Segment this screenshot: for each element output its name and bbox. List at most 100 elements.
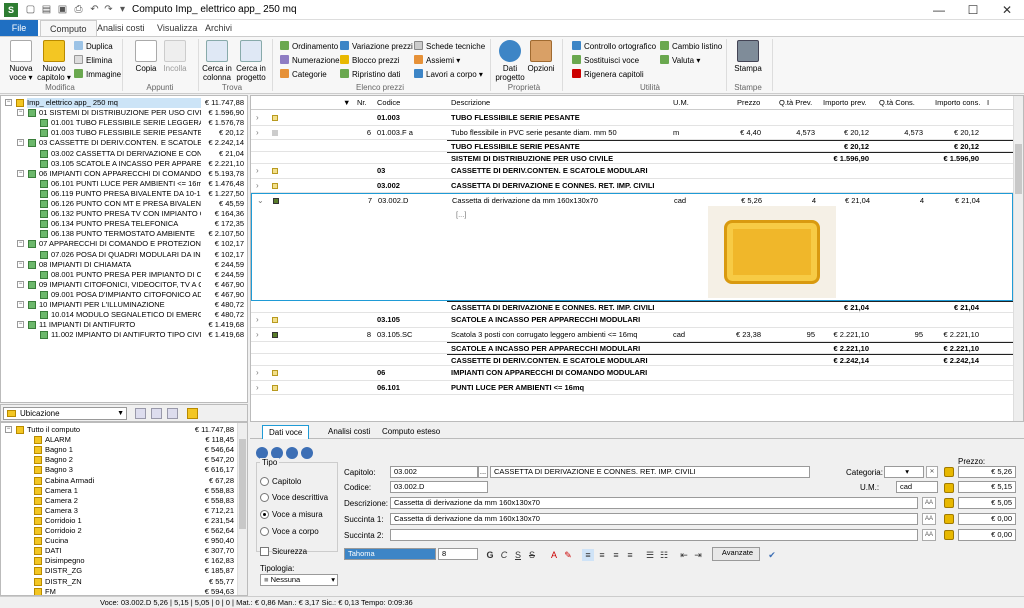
tree-item[interactable]: 10.014 MODULO SEGNALETICO DI EMERGENZA € …: [1, 310, 247, 320]
ubicazione-tree[interactable]: − Tutto il computo € 11.747,88 ALARM € 118,4…: [0, 422, 248, 596]
tree-tool-icon[interactable]: [151, 408, 162, 419]
sostituisci-voce-button[interactable]: Sostituisci voce: [572, 55, 639, 66]
chevron-right-icon[interactable]: ›: [256, 166, 259, 175]
scrollbar[interactable]: [237, 423, 247, 595]
tree-item[interactable]: − 08 IMPIANTI DI CHIAMATA € 244,59: [1, 260, 247, 270]
categoria-select[interactable]: ▾: [884, 466, 924, 478]
chevron-right-icon[interactable]: ›: [256, 128, 259, 137]
text-case-button[interactable]: AA: [922, 513, 936, 525]
ubicazione-item[interactable]: Bagno 3 € 616,17: [1, 465, 237, 475]
tree-item[interactable]: − 11 IMPIANTI DI ANTIFURTO € 1.419,68: [1, 320, 247, 330]
incolla-button[interactable]: Incolla: [160, 40, 190, 73]
chevron-right-icon[interactable]: ›: [256, 330, 259, 339]
collapse-icon[interactable]: −: [17, 260, 24, 268]
bold-icon[interactable]: G: [484, 549, 496, 561]
ubicazione-item[interactable]: Disimpegno € 162,83: [1, 556, 237, 566]
radio-voce-misura[interactable]: [260, 510, 269, 519]
stampa-button[interactable]: Stampa: [734, 40, 762, 73]
spellcheck-icon[interactable]: ✔: [766, 549, 778, 561]
scrollbar-thumb[interactable]: [239, 439, 246, 529]
print-icon[interactable]: ⎙: [72, 3, 85, 16]
elimina-button[interactable]: Elimina: [74, 55, 112, 66]
grid-chapter-row[interactable]: › 03.002 CASSETTA DI DERIVAZIONE E CONNES.…: [251, 179, 1013, 193]
tree-item[interactable]: − 06 IMPIANTI CON APPARECCHI DI COMANDO M…: [1, 169, 247, 179]
col-um[interactable]: U.M.: [673, 98, 689, 107]
grid-item-row[interactable]: › 8 03.105.SC Scatola 3 posti con corrugato…: [251, 328, 1013, 342]
capitolo-browse-button[interactable]: ...: [478, 466, 488, 478]
ubicazione-item[interactable]: DISTR_ZN € 55,77: [1, 577, 237, 587]
lock-icon[interactable]: [944, 498, 954, 508]
col-importo-prev[interactable]: Importo prev.: [823, 98, 867, 107]
tree-item[interactable]: 03.002 CASSETTA DI DERIVAZIONE E CONNES.…: [1, 149, 247, 159]
redo-icon[interactable]: ↷: [102, 3, 115, 16]
chapter-tree[interactable]: − Imp_ elettrico app_ 250 mq € 11.747,88−0…: [0, 95, 248, 403]
collapse-icon[interactable]: −: [17, 321, 24, 329]
prezzo-field-4[interactable]: € 0,00: [958, 513, 1016, 525]
grid-chapter-row[interactable]: › 06.101 PUNTI LUCE PER AMBIENTI <= 16mq: [251, 381, 1013, 395]
radio-voce-corpo[interactable]: [260, 527, 269, 536]
grid-chapter-row[interactable]: › 01.003 TUBO FLESSIBILE SERIE PESANTE: [251, 111, 1013, 126]
chevron-right-icon[interactable]: ›: [256, 368, 259, 377]
maximize-button[interactable]: ☐: [956, 0, 990, 20]
grid-total-row[interactable]: SISTEMI DI DISTRIBUZIONE PER USO CIVILE €…: [251, 152, 1013, 164]
tab-analisi-costi-detail[interactable]: Analisi costi: [322, 425, 376, 439]
tree-item[interactable]: 01.003 TUBO FLESSIBILE SERIE PESANTE € 20…: [1, 128, 247, 138]
grid-total-row[interactable]: SCATOLE A INCASSO PER APPARECCHI MODULAR…: [251, 342, 1013, 354]
controllo-ortografico-button[interactable]: Controllo ortografico: [572, 41, 656, 52]
scrollbar[interactable]: [1013, 96, 1023, 421]
ubicazione-item[interactable]: ALARM € 118,45: [1, 435, 237, 445]
ubicazione-item[interactable]: DATI € 307,70: [1, 546, 237, 556]
col-prezzo[interactable]: Prezzo: [737, 98, 760, 107]
lock-icon[interactable]: [944, 483, 954, 493]
collapse-icon[interactable]: −: [5, 426, 12, 433]
tree-item[interactable]: 09.001 POSA D'IMPIANTO CITOFONICO AD 1 .…: [1, 290, 247, 300]
align-right-icon[interactable]: ≡: [610, 549, 622, 561]
ripristino-dati-button[interactable]: Ripristino dati: [340, 69, 400, 80]
tree-item[interactable]: 06.126 PUNTO CON MT E PRESA BIVALENTE D.…: [1, 199, 247, 209]
customize-qat-icon[interactable]: ▾: [116, 3, 129, 16]
cerca-colonna-button[interactable]: Cerca in colonna: [202, 40, 232, 82]
grid-item-row[interactable]: › 6 01.003.F a Tubo flessibile in PVC serie…: [251, 126, 1013, 140]
tree-item[interactable]: 07.026 POSA DI QUADRI MODULARI DA INCA..…: [1, 250, 247, 260]
lock-icon[interactable]: [944, 514, 954, 524]
outdent-icon[interactable]: ⇤: [678, 549, 690, 561]
tree-item[interactable]: 03.105 SCATOLE A INCASSO PER APPARECCH..…: [1, 159, 247, 169]
variazione-prezzi-button[interactable]: Variazione prezzi: [340, 41, 413, 52]
succinta2-field[interactable]: [390, 529, 918, 541]
lock-icon[interactable]: [944, 467, 954, 477]
indent-icon[interactable]: ⇥: [692, 549, 704, 561]
opzioni-button[interactable]: Opzioni: [526, 40, 556, 73]
numerazione-button[interactable]: Numerazione: [280, 55, 340, 66]
dati-progetto-button[interactable]: Dati progetto: [494, 40, 526, 82]
grid-total-row[interactable]: CASSETTE DI DERIV.CONTEN. E SCATOLE MODU…: [251, 354, 1013, 366]
tree-tool-icon[interactable]: [167, 408, 178, 419]
undo-icon[interactable]: ↶: [88, 3, 101, 16]
grid-total-row[interactable]: CASSETTA DI DERIVAZIONE E CONNES. RET. I…: [251, 301, 1013, 313]
chevron-right-icon[interactable]: ›: [256, 181, 259, 190]
collapse-icon[interactable]: −: [17, 169, 24, 177]
strikethrough-icon[interactable]: S: [526, 549, 538, 561]
tree-item[interactable]: 08.001 PUNTO PRESA PER IMPIANTO DI CHIA.…: [1, 270, 247, 280]
collapse-icon[interactable]: −: [17, 280, 24, 288]
col-importo-cons[interactable]: Importo cons.: [935, 98, 980, 107]
ubicazione-item[interactable]: Corridoio 1 € 231,54: [1, 516, 237, 526]
collapse-icon[interactable]: −: [17, 301, 24, 308]
ubicazione-combo[interactable]: Ubicazione ▼: [3, 407, 127, 420]
highlight-icon[interactable]: ✎: [562, 549, 574, 561]
font-name-select[interactable]: Tahoma: [344, 548, 436, 560]
tipologia-select[interactable]: ■ Nessuna ▾: [260, 574, 338, 586]
tab-dati-voce[interactable]: Dati voce: [262, 425, 310, 439]
font-color-icon[interactable]: A: [548, 549, 560, 561]
ubicazione-item[interactable]: Cabina Armadi € 67,28: [1, 476, 237, 486]
col-codice[interactable]: Codice: [377, 98, 400, 107]
tab-archivi[interactable]: Archivi: [196, 20, 241, 36]
ubicazione-item[interactable]: DISTR_ZG € 185,87: [1, 566, 237, 576]
categorie-button[interactable]: Categorie: [280, 69, 327, 80]
ubicazione-item[interactable]: FM € 594,63: [1, 587, 237, 595]
descrizione-field[interactable]: Cassetta di derivazione da mm 160x130x70: [390, 497, 918, 509]
open-folder-icon[interactable]: ▤: [40, 3, 53, 16]
folder-tool-icon[interactable]: [187, 408, 198, 419]
clear-icon[interactable]: ✕: [926, 466, 938, 478]
collapse-icon[interactable]: −: [17, 139, 24, 147]
sicurezza-checkbox[interactable]: [260, 547, 269, 556]
